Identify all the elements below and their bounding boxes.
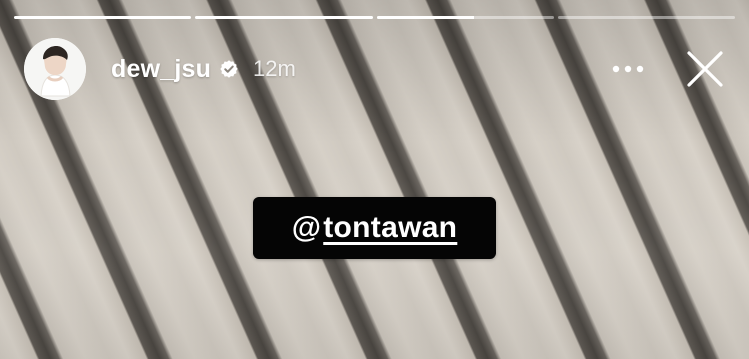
progress-segment [557,16,735,19]
verified-badge-icon [219,59,239,79]
username-link[interactable]: dew_jsu [111,55,211,84]
mention-at-sign: @ [291,211,322,244]
avatar[interactable] [24,38,86,100]
post-time: 12m [253,56,296,81]
progress-fill [14,16,192,19]
progress-segment [376,16,554,19]
more-options-icon[interactable] [611,59,645,79]
progress-fill [195,16,373,19]
mention-sticker[interactable]: @ tontawan [253,197,496,259]
close-icon[interactable] [685,49,725,89]
progress-fill [376,16,474,19]
mention-handle: tontawan [323,211,458,244]
progress-segment [195,16,373,19]
story-progress-bar [14,16,735,19]
story-viewer[interactable]: dew_jsu 12m @ tontawan [0,0,749,359]
avatar-image [24,38,86,100]
story-header: dew_jsu 12m [24,37,725,101]
progress-segment [14,16,192,19]
